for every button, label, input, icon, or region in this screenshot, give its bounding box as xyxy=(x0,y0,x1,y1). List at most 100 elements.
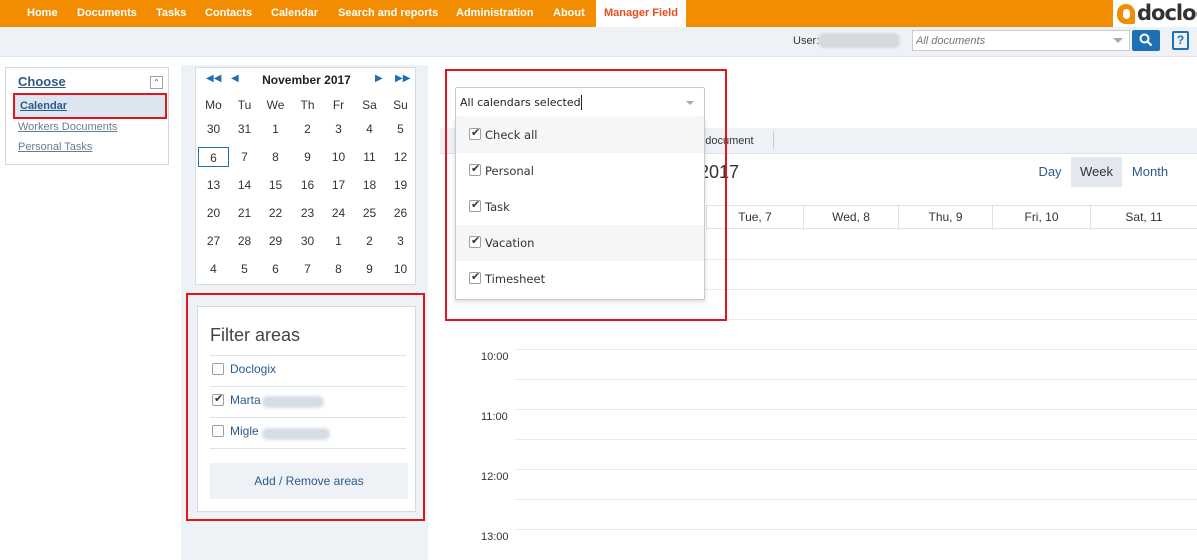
calendar-day[interactable]: 10 xyxy=(385,259,416,279)
next-year-icon[interactable]: ▶▶ xyxy=(395,73,410,84)
add-remove-areas-button[interactable]: Add / Remove areas xyxy=(210,463,408,499)
calendar-day[interactable]: 4 xyxy=(354,119,385,139)
calendar-day[interactable]: 11 xyxy=(354,147,385,167)
calendar-day[interactable]: 9 xyxy=(354,259,385,279)
time-label: 10:00 xyxy=(481,351,509,363)
day-header: Thu, 9 xyxy=(898,206,992,230)
option-label[interactable]: Vacation xyxy=(485,236,534,250)
option-label[interactable]: Task xyxy=(485,200,510,214)
nav-home[interactable]: Home xyxy=(27,0,58,27)
option-task[interactable]: Task xyxy=(456,189,704,225)
calendar-day[interactable]: 3 xyxy=(385,231,416,251)
logo-mark-icon xyxy=(1117,4,1135,24)
option-label[interactable]: Check all xyxy=(485,128,537,142)
calendar-day[interactable]: 10 xyxy=(323,147,354,167)
collapse-icon[interactable]: ⌃ xyxy=(150,76,163,89)
calendar-day[interactable]: 23 xyxy=(292,203,323,223)
weekday-label: Tu xyxy=(237,98,252,112)
calendar-select-value[interactable]: All calendars selected xyxy=(460,96,581,109)
calendar-day[interactable]: 29 xyxy=(260,231,291,251)
checkbox[interactable] xyxy=(469,126,481,140)
grid-line xyxy=(514,379,1197,380)
option-label[interactable]: Timesheet xyxy=(485,272,545,286)
calendar-day[interactable]: 18 xyxy=(354,175,385,195)
nav-contacts[interactable]: Contacts xyxy=(205,0,252,27)
calendar-day[interactable]: 7 xyxy=(229,147,260,167)
filter-areas-panel: Filter areas Doclogix Marta Migle Add / … xyxy=(197,306,416,512)
calendar-day[interactable]: 4 xyxy=(198,259,229,279)
checkbox[interactable] xyxy=(212,425,224,437)
calendar-day[interactable]: 17 xyxy=(323,175,354,195)
checkbox[interactable] xyxy=(469,234,481,248)
calendar-day[interactable]: 7 xyxy=(292,259,323,279)
calendar-day[interactable]: 8 xyxy=(260,147,291,167)
help-button[interactable]: ? xyxy=(1172,31,1189,50)
calendar-day[interactable]: 9 xyxy=(292,147,323,167)
nav-about[interactable]: About xyxy=(553,0,585,27)
checkbox[interactable] xyxy=(469,162,481,176)
calendar-day[interactable]: 30 xyxy=(198,119,229,139)
choose-title[interactable]: Choose xyxy=(18,74,66,89)
search-button[interactable] xyxy=(1132,30,1160,51)
filter-item-label[interactable]: Migle xyxy=(230,424,259,438)
calendar-day[interactable]: 25 xyxy=(354,203,385,223)
calendar-day[interactable]: 5 xyxy=(385,119,416,139)
next-month-icon[interactable]: ▶ xyxy=(375,73,383,84)
option-timesheet[interactable]: Timesheet xyxy=(456,261,704,297)
calendar-day[interactable]: 24 xyxy=(323,203,354,223)
calendar-day[interactable]: 2 xyxy=(292,119,323,139)
calendar-day[interactable]: 31 xyxy=(229,119,260,139)
nav-administration[interactable]: Administration xyxy=(456,0,534,27)
calendar-day[interactable]: 30 xyxy=(292,231,323,251)
calendar-day[interactable]: 2 xyxy=(354,231,385,251)
calendar-day[interactable]: 3 xyxy=(323,119,354,139)
filter-item-label[interactable]: Doclogix xyxy=(230,362,276,376)
calendar-day[interactable]: 20 xyxy=(198,203,229,223)
nav-tasks[interactable]: Tasks xyxy=(156,0,186,27)
choose-link-calendar[interactable]: Calendar xyxy=(13,93,167,119)
calendar-day[interactable]: 6 xyxy=(198,147,229,167)
calendar-day[interactable]: 13 xyxy=(198,175,229,195)
filter-item-label[interactable]: Marta xyxy=(230,393,261,407)
calendar-day[interactable]: 16 xyxy=(292,175,323,195)
nav-search-and-reports[interactable]: Search and reports xyxy=(338,0,438,27)
chevron-down-icon[interactable] xyxy=(686,101,694,105)
option-check-all[interactable]: Check all xyxy=(456,117,704,153)
view-month-button[interactable]: Month xyxy=(1124,157,1176,187)
view-week-button[interactable]: Week xyxy=(1071,157,1122,187)
calendar-day[interactable]: 28 xyxy=(229,231,260,251)
calendar-day[interactable]: 26 xyxy=(385,203,416,223)
checkbox[interactable] xyxy=(469,198,481,212)
choose-link-workers-documents[interactable]: Workers Documents xyxy=(18,121,117,133)
calendar-day[interactable]: 14 xyxy=(229,175,260,195)
calendar-day[interactable]: 27 xyxy=(198,231,229,251)
calendar-day[interactable]: 1 xyxy=(260,119,291,139)
option-personal[interactable]: Personal xyxy=(456,153,704,189)
calendar-day[interactable]: 12 xyxy=(385,147,416,167)
search-scope-select[interactable] xyxy=(912,30,1130,51)
search-input[interactable] xyxy=(916,33,1106,48)
top-navigation-bar: Home Documents Tasks Contacts Calendar S… xyxy=(0,0,1197,27)
view-day-button[interactable]: Day xyxy=(1031,157,1069,187)
calendar-day[interactable]: 8 xyxy=(323,259,354,279)
checkbox[interactable] xyxy=(469,270,481,284)
choose-link-calendar-label[interactable]: Calendar xyxy=(20,100,67,112)
calendar-day[interactable]: 21 xyxy=(229,203,260,223)
choose-link-personal-tasks[interactable]: Personal Tasks xyxy=(18,141,92,153)
calendar-day[interactable]: 19 xyxy=(385,175,416,195)
nav-calendar[interactable]: Calendar xyxy=(271,0,318,27)
checkbox[interactable] xyxy=(212,392,224,406)
text-cursor xyxy=(581,95,582,110)
calendar-day[interactable]: 5 xyxy=(229,259,260,279)
calendar-day[interactable]: 15 xyxy=(260,175,291,195)
option-vacation[interactable]: Vacation xyxy=(456,225,704,261)
calendar-day[interactable]: 1 xyxy=(323,231,354,251)
chevron-down-icon[interactable] xyxy=(1113,38,1123,43)
option-label[interactable]: Personal xyxy=(485,164,534,178)
calendar-day[interactable]: 6 xyxy=(260,259,291,279)
nav-documents[interactable]: Documents xyxy=(77,0,137,27)
calendar-select[interactable]: All calendars selected xyxy=(455,87,705,118)
checkbox[interactable] xyxy=(212,363,224,375)
calendar-day[interactable]: 22 xyxy=(260,203,291,223)
nav-manager-field[interactable]: Manager Field xyxy=(596,0,686,27)
